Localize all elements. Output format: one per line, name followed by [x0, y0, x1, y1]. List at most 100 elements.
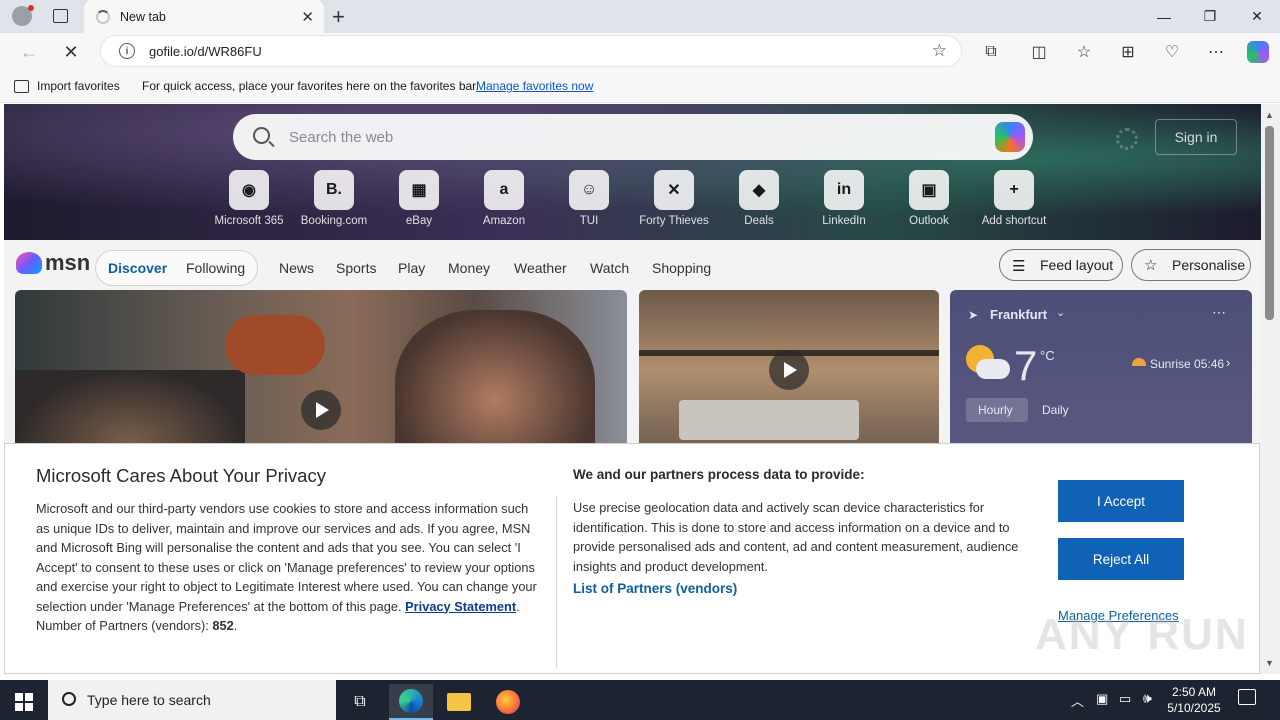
- page-scrollbar[interactable]: ▲ ▼: [1261, 104, 1280, 674]
- scroll-up-icon[interactable]: ▲: [1265, 110, 1274, 120]
- shortcut-label: Amazon: [482, 215, 526, 227]
- play-video-icon[interactable]: [301, 390, 341, 430]
- tab-actions-icon[interactable]: [53, 9, 68, 23]
- settings-gear-icon[interactable]: [1116, 128, 1138, 150]
- nav-watch[interactable]: Watch: [590, 260, 629, 276]
- collections-icon[interactable]: ⊞: [1114, 38, 1142, 66]
- shortcut-forty-thieves[interactable]: ✕ Forty Thieves: [632, 170, 716, 227]
- shortcut-booking-com[interactable]: B. Booking.com: [292, 170, 376, 227]
- shortcut-label: Deals: [744, 215, 774, 227]
- more-options-icon[interactable]: ⋯: [1202, 38, 1230, 66]
- list-of-partners-link[interactable]: List of Partners (vendors): [573, 581, 737, 596]
- nav-news[interactable]: News: [279, 260, 314, 276]
- chevron-right-icon[interactable]: ›: [1226, 355, 1230, 370]
- device-icon[interactable]: ▣: [1096, 691, 1108, 707]
- sign-in-button[interactable]: Sign in: [1155, 119, 1237, 155]
- tab-discover[interactable]: Discover: [108, 260, 167, 276]
- task-view-icon[interactable]: ⧉: [338, 684, 382, 720]
- shortcut-add-shortcut[interactable]: + Add shortcut: [972, 170, 1056, 227]
- favorites-icon[interactable]: ☆: [1070, 38, 1098, 66]
- privacy-title: Microsoft Cares About Your Privacy: [36, 465, 326, 486]
- shortcut-outlook[interactable]: ▣ Outlook: [887, 170, 971, 227]
- shortcut-label: Forty Thieves: [639, 215, 709, 227]
- import-icon: [14, 79, 29, 93]
- personalise-button[interactable]: ☆ Personalise: [1131, 249, 1251, 281]
- nav-sports[interactable]: Sports: [336, 260, 376, 276]
- firefox-icon[interactable]: [486, 684, 530, 720]
- close-tab-icon[interactable]: ✕: [301, 8, 314, 26]
- nav-money[interactable]: Money: [448, 260, 490, 276]
- accept-button[interactable]: I Accept: [1058, 480, 1184, 522]
- more-icon[interactable]: ⋯: [1212, 304, 1226, 321]
- search-icon: [62, 692, 76, 706]
- network-icon[interactable]: ▭: [1119, 691, 1131, 707]
- copilot-search-icon[interactable]: [995, 122, 1025, 152]
- search-icon: [253, 127, 270, 144]
- nav-weather[interactable]: Weather: [514, 260, 567, 276]
- shortcut-amazon[interactable]: a Amazon: [462, 170, 546, 227]
- shortcut-microsoft-365[interactable]: ◉ Microsoft 365: [207, 170, 291, 227]
- system-clock[interactable]: 2:50 AM 5/10/2025: [1166, 684, 1222, 716]
- back-button[interactable]: ←: [14, 37, 44, 67]
- close-window-button[interactable]: ✕: [1234, 0, 1280, 33]
- tab-hourly[interactable]: Hourly: [966, 398, 1028, 422]
- dialog-divider: [556, 496, 557, 668]
- extensions-icon[interactable]: ⧉: [977, 38, 1005, 66]
- copilot-icon[interactable]: [1244, 38, 1272, 66]
- import-favorites-label: Import favorites: [37, 79, 120, 93]
- purposes-title: We and our partners process data to prov…: [573, 467, 865, 482]
- web-search-box[interactable]: Search the web: [233, 114, 1033, 160]
- feed-layout-button[interactable]: ☰ Feed layout: [999, 249, 1123, 281]
- volume-icon[interactable]: 🕪: [1143, 690, 1152, 707]
- browser-essentials-icon[interactable]: ♡: [1158, 38, 1186, 66]
- weather-location[interactable]: Frankfurt: [990, 307, 1047, 322]
- shortcut-label: Microsoft 365: [214, 215, 284, 227]
- shortcut-label: eBay: [405, 215, 433, 227]
- nav-shopping[interactable]: Shopping: [652, 260, 711, 276]
- shortcut-linkedin[interactable]: in LinkedIn: [802, 170, 886, 227]
- hero-background: Search the web Sign in ◉ Microsoft 365 B. B…: [4, 104, 1261, 240]
- shortcut-ebay[interactable]: ▦ eBay: [377, 170, 461, 227]
- split-screen-icon[interactable]: ◫: [1025, 38, 1053, 66]
- kitchen-counter: [679, 400, 859, 440]
- shortcut-icon: in: [824, 170, 864, 210]
- url-text[interactable]: gofile.io/d/WR86FU: [149, 44, 262, 59]
- privacy-statement-link[interactable]: Privacy Statement: [405, 599, 516, 614]
- search-placeholder: Search the web: [289, 129, 394, 146]
- feed-layout-label: Feed layout: [1040, 257, 1114, 273]
- show-hidden-icons[interactable]: ︿: [1071, 691, 1084, 710]
- file-explorer-icon[interactable]: [437, 684, 481, 720]
- import-favorites-button[interactable]: Import favorites: [14, 79, 120, 93]
- privacy-body: Microsoft and our third-party vendors us…: [36, 501, 537, 633]
- play-video-icon[interactable]: [769, 350, 809, 390]
- manage-favorites-link[interactable]: Manage favorites now: [476, 79, 593, 93]
- stop-loading-button[interactable]: ✕: [56, 37, 86, 67]
- windows-start-icon[interactable]: [2, 684, 46, 720]
- new-tab-button[interactable]: +: [332, 4, 345, 30]
- restore-button[interactable]: ❐: [1187, 0, 1233, 33]
- tab-daily[interactable]: Daily: [1042, 403, 1069, 417]
- tab-new-tab[interactable]: New tab ✕: [84, 0, 324, 33]
- taskbar: Type here to search ⧉ ︿ ▣ ▭ 🕪 2:50 AM 5/…: [0, 680, 1280, 720]
- favorite-star-icon[interactable]: ☆: [932, 41, 947, 61]
- edge-taskbar-icon[interactable]: [389, 684, 433, 720]
- nav-play[interactable]: Play: [398, 260, 425, 276]
- msn-logo-text: msn: [45, 250, 91, 275]
- shortcut-tui[interactable]: ☺ TUI: [547, 170, 631, 227]
- taskbar-search-placeholder: Type here to search: [87, 692, 211, 708]
- taskbar-search-box[interactable]: Type here to search: [48, 680, 336, 720]
- site-info-icon[interactable]: i: [119, 43, 135, 59]
- shortcut-label: Add shortcut: [981, 215, 1047, 227]
- scroll-down-icon[interactable]: ▼: [1265, 658, 1274, 668]
- msn-nav: msn Discover Following News Sports Play …: [4, 240, 1261, 290]
- scrollbar-thumb[interactable]: [1265, 126, 1274, 320]
- tab-following[interactable]: Following: [186, 260, 245, 276]
- reject-all-button[interactable]: Reject All: [1058, 538, 1184, 580]
- minimize-button[interactable]: —: [1141, 0, 1187, 33]
- shortcut-icon: ☺: [569, 170, 609, 210]
- address-bar[interactable]: i gofile.io/d/WR86FU ☆: [100, 35, 962, 67]
- notifications-icon[interactable]: [1238, 689, 1256, 705]
- shortcut-deals[interactable]: ◆ Deals: [717, 170, 801, 227]
- partly-cloudy-icon: [966, 345, 1010, 381]
- msn-logo[interactable]: msn: [16, 250, 90, 276]
